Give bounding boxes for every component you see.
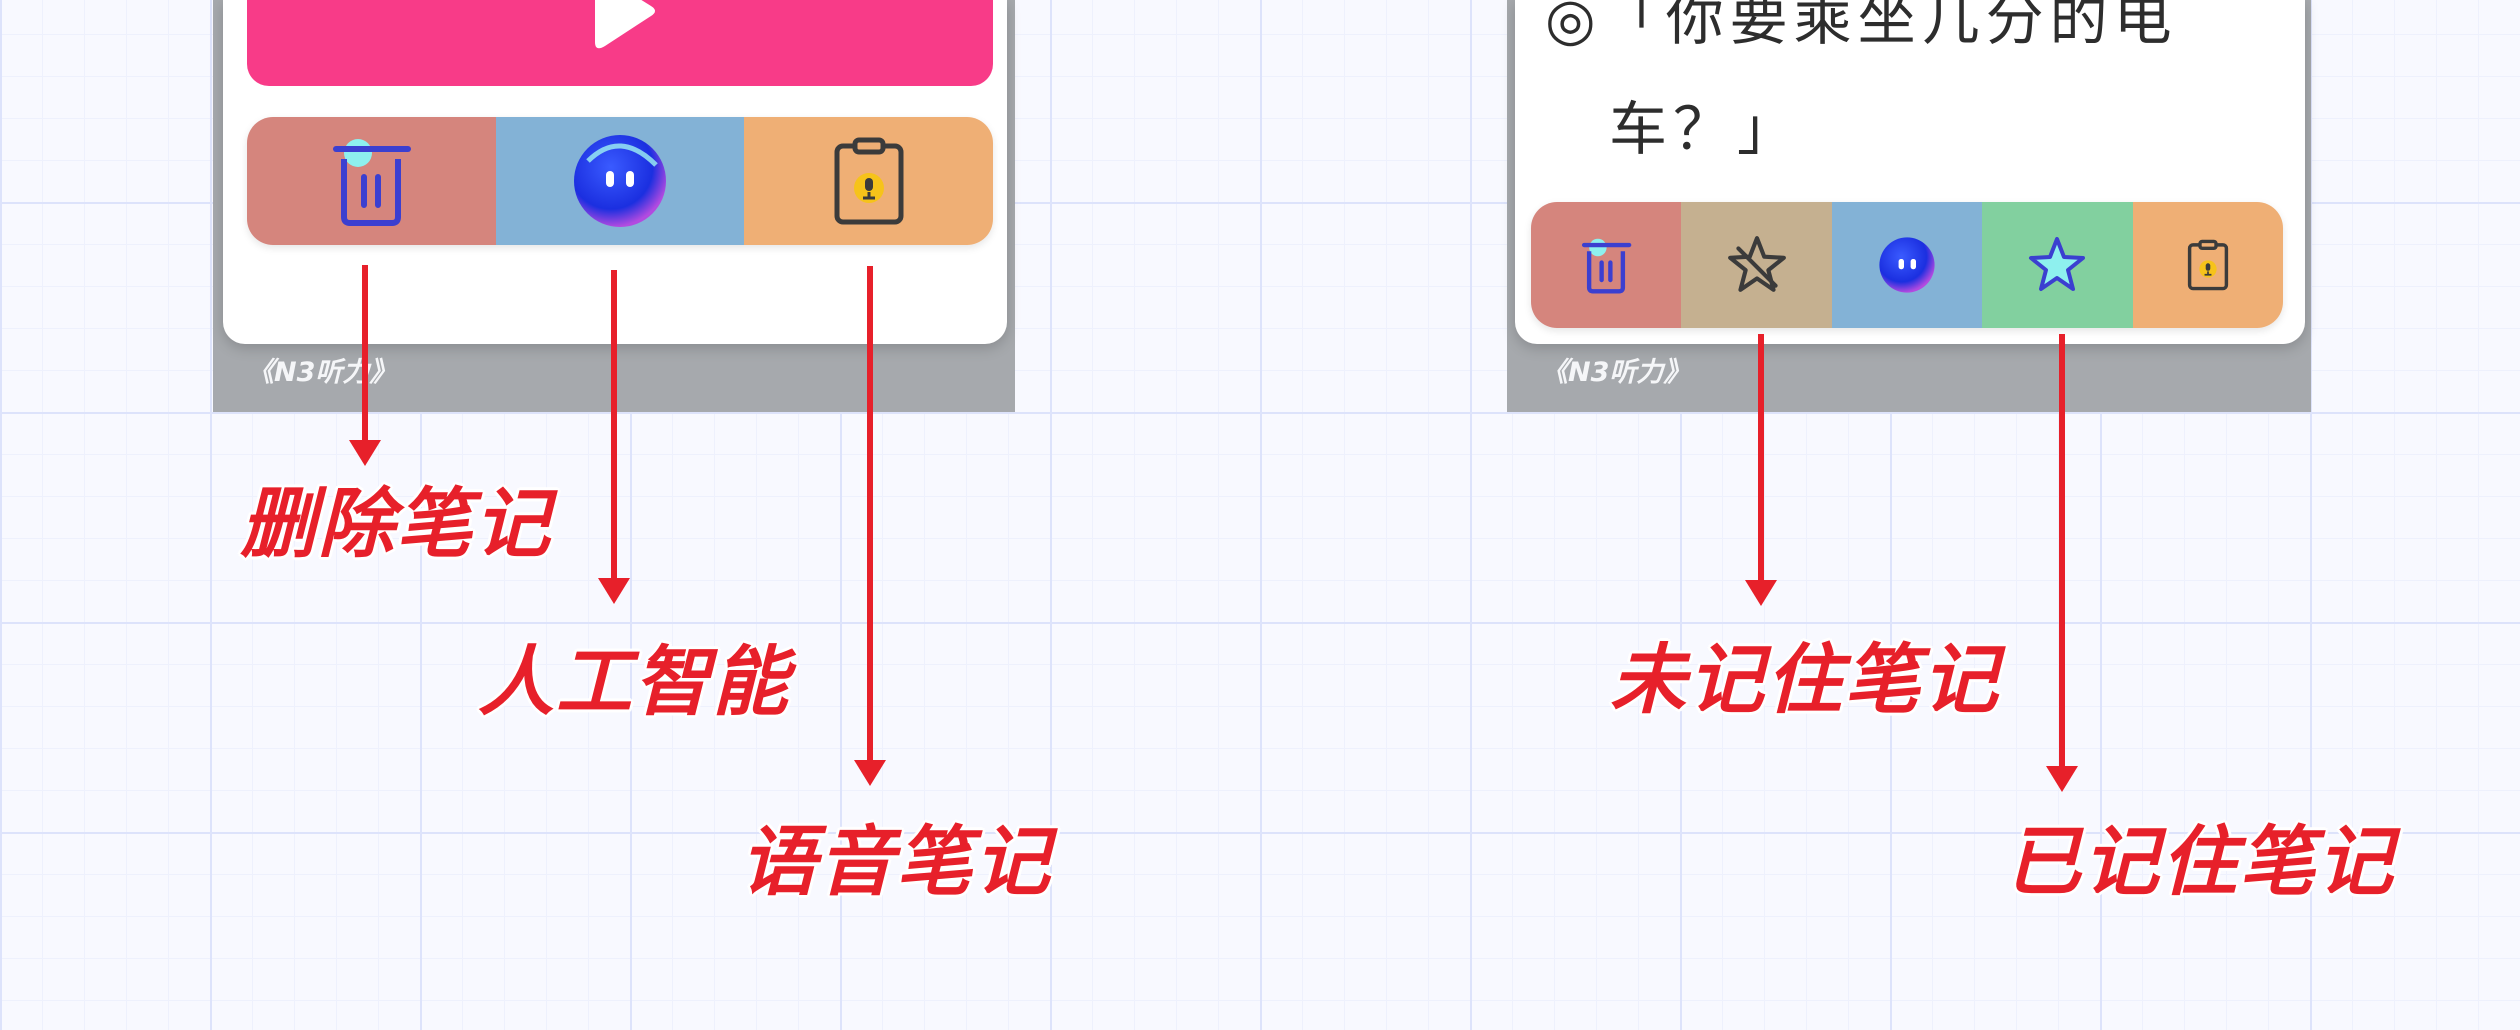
label-ai: 人工智能 — [478, 637, 790, 726]
label-voice-note: 语音笔记 — [740, 817, 1052, 906]
label-delete-note: 删除笔记 — [240, 479, 552, 568]
label-memorized-note: 已记住笔记 — [2005, 817, 2395, 906]
label-not-memorized-note: 未记住笔记 — [1610, 635, 2000, 724]
